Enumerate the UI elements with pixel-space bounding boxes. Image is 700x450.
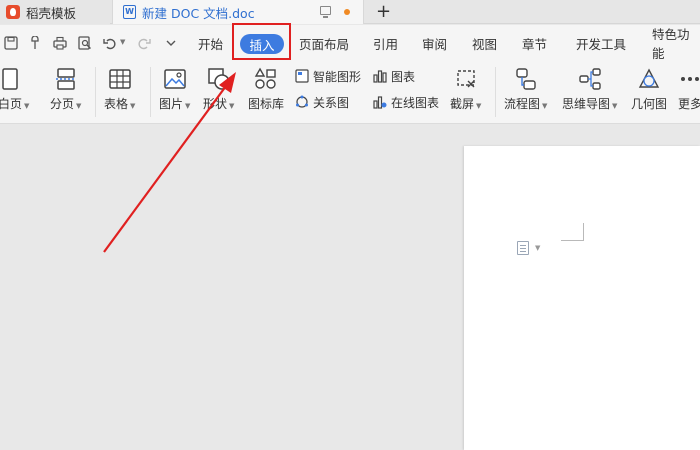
annotation-arrow-icon [103, 72, 236, 253]
